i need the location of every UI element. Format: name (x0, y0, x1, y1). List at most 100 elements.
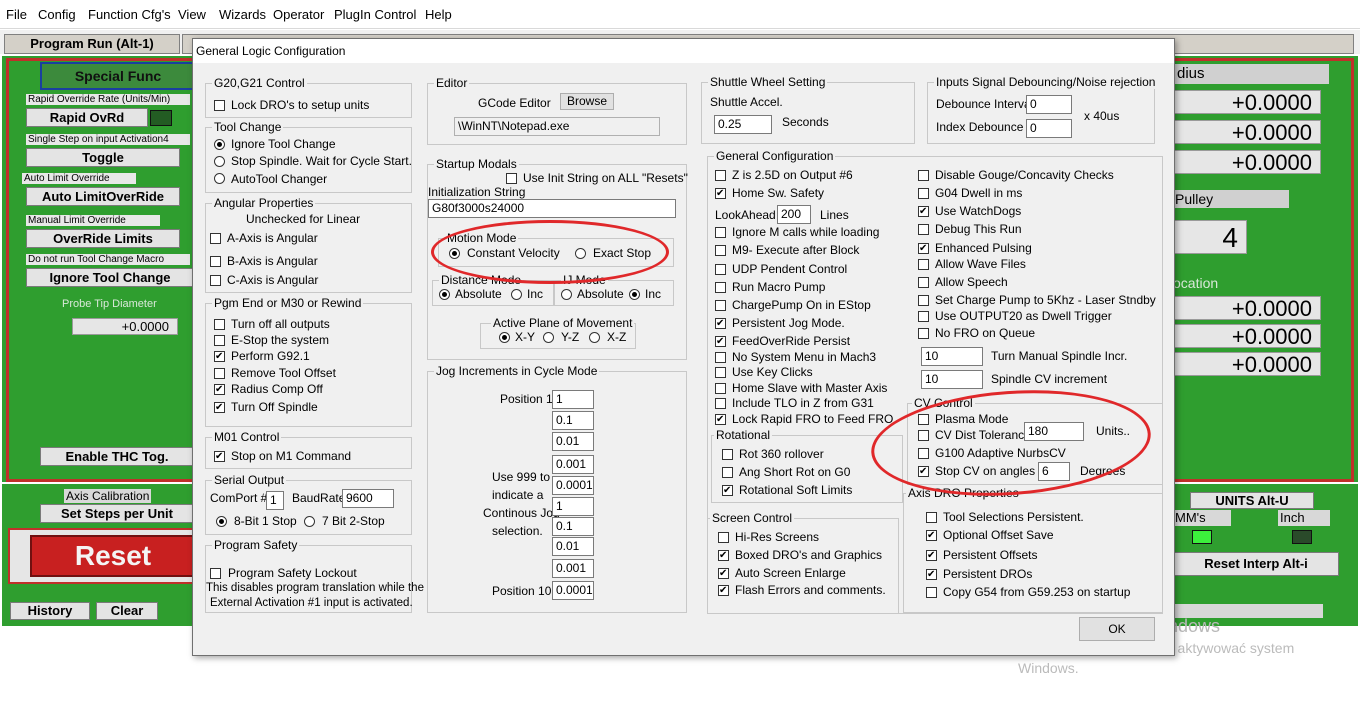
lock-dro-checkbox[interactable] (214, 100, 225, 111)
remove-tool-offset-checkbox[interactable] (214, 368, 225, 379)
distance-inc-radio[interactable] (511, 289, 522, 300)
stop-spindle-radio[interactable] (214, 156, 225, 167)
distance-absolute-radio[interactable] (439, 289, 450, 300)
boxed-dros-checkbox[interactable] (718, 550, 729, 561)
autotool-changer-radio[interactable] (214, 173, 225, 184)
jog-field-9[interactable]: 0.001 (552, 559, 594, 578)
safety-lockout-checkbox[interactable] (210, 568, 221, 579)
ignore-tool-change-radio[interactable] (214, 139, 225, 150)
turn-off-outputs-checkbox[interactable] (214, 319, 225, 330)
baudrate-field[interactable]: 9600 (342, 489, 394, 508)
history-button[interactable]: History (10, 602, 90, 620)
menu-wizards[interactable]: Wizards (219, 7, 266, 22)
ij-absolute-radio[interactable] (561, 289, 572, 300)
a-axis-checkbox[interactable] (210, 233, 221, 244)
menu-view[interactable]: View (178, 7, 206, 22)
toggle-button[interactable]: Toggle (26, 148, 180, 167)
jog-field-6[interactable]: 1 (552, 497, 594, 516)
home-slave-checkbox[interactable] (715, 383, 726, 394)
menu-config[interactable]: Config (38, 7, 76, 22)
feedoverride-persist-checkbox[interactable] (715, 336, 726, 347)
menu-plugin-control[interactable]: PlugIn Control (334, 7, 416, 22)
debounce-interval-field[interactable]: 0 (1026, 95, 1072, 114)
turn-manual-field[interactable]: 10 (921, 347, 983, 366)
rot-360-checkbox[interactable] (722, 449, 733, 460)
set-steps-button[interactable]: Set Steps per Unit (40, 504, 194, 523)
radius-comp-off-checkbox[interactable] (214, 384, 225, 395)
no-fro-queue-checkbox[interactable] (918, 328, 929, 339)
jog-field-10[interactable]: 0.0001 (552, 581, 594, 600)
plane-xy-radio[interactable] (499, 332, 510, 343)
use-watchdogs-checkbox[interactable] (918, 206, 929, 217)
persistent-offsets-checkbox[interactable] (926, 550, 937, 561)
debug-run-checkbox[interactable] (918, 224, 929, 235)
override-limits-button[interactable]: OverRide Limits (26, 229, 180, 248)
tool-selections-persistent-checkbox[interactable] (926, 512, 937, 523)
auto-screen-enlarge-checkbox[interactable] (718, 568, 729, 579)
reset-button[interactable]: Reset (30, 535, 196, 577)
estop-checkbox[interactable] (214, 335, 225, 346)
include-tlo-checkbox[interactable] (715, 398, 726, 409)
plane-xz-radio[interactable] (589, 332, 600, 343)
run-macro-pump-checkbox[interactable] (715, 282, 726, 293)
enhanced-pulsing-checkbox[interactable] (918, 243, 929, 254)
spindle-cv-field[interactable]: 10 (921, 370, 983, 389)
comport-field[interactable]: 1 (266, 491, 284, 510)
no-system-menu-checkbox[interactable] (715, 352, 726, 363)
ignore-tool-change-button[interactable]: Ignore Tool Change (26, 268, 194, 287)
enable-thc-button[interactable]: Enable THC Tog. (40, 447, 194, 466)
chargepump-estop-checkbox[interactable] (715, 300, 726, 311)
persistent-dros-checkbox[interactable] (926, 569, 937, 580)
c-axis-checkbox[interactable] (210, 275, 221, 286)
disable-gouge-checkbox[interactable] (918, 170, 929, 181)
udp-pendent-checkbox[interactable] (715, 264, 726, 275)
jog-field-8[interactable]: 0.01 (552, 537, 594, 556)
units-button[interactable]: UNITS Alt-U (1190, 492, 1314, 509)
ang-short-rot-checkbox[interactable] (722, 467, 733, 478)
menu-help[interactable]: Help (425, 7, 452, 22)
rotational-soft-limits-checkbox[interactable] (722, 485, 733, 496)
m9-execute-checkbox[interactable] (715, 245, 726, 256)
ok-button[interactable]: OK (1079, 617, 1155, 641)
use-init-string-checkbox[interactable] (506, 173, 517, 184)
copy-g54-checkbox[interactable] (926, 587, 937, 598)
home-sw-safety-checkbox[interactable] (715, 188, 726, 199)
ignore-m-calls-checkbox[interactable] (715, 227, 726, 238)
charge-pump-5khz-checkbox[interactable] (918, 295, 929, 306)
jog-field-4[interactable]: 0.001 (552, 455, 594, 474)
g04-dwell-checkbox[interactable] (918, 188, 929, 199)
use-output20-checkbox[interactable] (918, 311, 929, 322)
z-25d-checkbox[interactable] (715, 170, 726, 181)
allow-speech-checkbox[interactable] (918, 277, 929, 288)
shuttle-accel-field[interactable]: 0.25 (714, 115, 772, 134)
menu-operator[interactable]: Operator (273, 7, 324, 22)
turn-off-spindle-checkbox[interactable] (214, 402, 225, 413)
hi-res-checkbox[interactable] (718, 532, 729, 543)
index-debounce-field[interactable]: 0 (1026, 119, 1072, 138)
allow-wave-checkbox[interactable] (918, 259, 929, 270)
menu-function-cfgs[interactable]: Function Cfg's (88, 7, 171, 22)
jog-field-1[interactable]: 1 (552, 390, 594, 409)
b-axis-checkbox[interactable] (210, 256, 221, 267)
lock-rapid-fro-checkbox[interactable] (715, 414, 726, 425)
persistent-jog-checkbox[interactable] (715, 318, 726, 329)
use-key-clicks-checkbox[interactable] (715, 367, 726, 378)
flash-errors-checkbox[interactable] (718, 585, 729, 596)
perform-g92-checkbox[interactable] (214, 351, 225, 362)
browse-button[interactable]: Browse (560, 93, 614, 110)
jog-field-2[interactable]: 0.1 (552, 411, 594, 430)
7bit-radio[interactable] (304, 516, 315, 527)
jog-field-5[interactable]: 0.0001 (552, 476, 594, 495)
jog-field-3[interactable]: 0.01 (552, 432, 594, 451)
auto-limit-button[interactable]: Auto LimitOverRide (26, 187, 180, 206)
stop-m1-checkbox[interactable] (214, 451, 225, 462)
reset-interp-button[interactable]: Reset Interp Alt-i (1173, 552, 1339, 576)
clear-button[interactable]: Clear (96, 602, 158, 620)
ij-inc-radio[interactable] (629, 289, 640, 300)
optional-offset-save-checkbox[interactable] (926, 530, 937, 541)
rapid-ovrd-button[interactable]: Rapid OvRd (26, 108, 148, 127)
8bit-radio[interactable] (216, 516, 227, 527)
jog-field-7[interactable]: 0.1 (552, 517, 594, 536)
editor-path-field[interactable]: \WinNT\Notepad.exe (454, 117, 660, 136)
plane-yz-radio[interactable] (543, 332, 554, 343)
